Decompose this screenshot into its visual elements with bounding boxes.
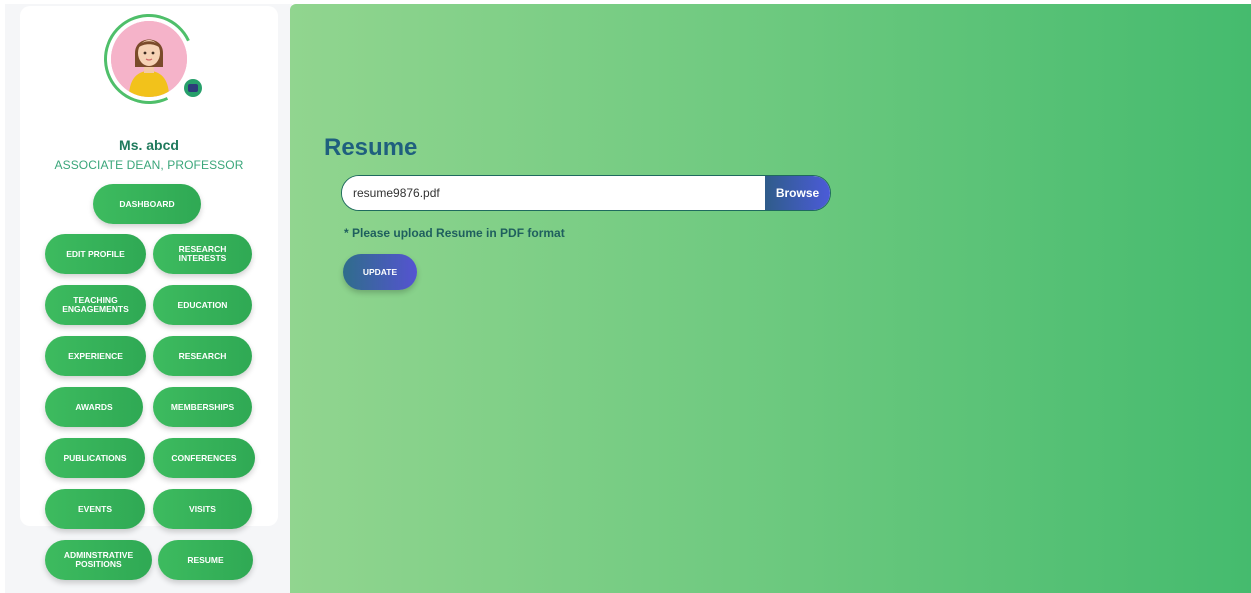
nav-events-button[interactable]: EVENTS <box>45 489 145 529</box>
nav-experience-button[interactable]: EXPERIENCE <box>45 336 146 376</box>
resume-file-picker: Browse <box>341 175 831 211</box>
nav-edit-profile-button[interactable]: EDIT PROFILE <box>45 234 146 274</box>
nav-research-button[interactable]: RESEARCH <box>153 336 252 376</box>
nav-memberships-button[interactable]: MEMBERSHIPS <box>153 387 252 427</box>
page: Ms. abcd ASSOCIATE DEAN, PROFESSOR DASHB… <box>0 0 1251 593</box>
nav-research-interests-button[interactable]: RESEARCH INTERESTS <box>153 234 252 274</box>
change-photo-button[interactable] <box>184 79 202 97</box>
nav-conferences-button[interactable]: CONFERENCES <box>153 438 255 478</box>
page-title: Resume <box>324 134 418 161</box>
update-button[interactable]: UPDATE <box>343 254 417 290</box>
nav-education-button[interactable]: EDUCATION <box>153 285 252 325</box>
resume-file-input[interactable] <box>342 176 765 210</box>
avatar <box>111 21 187 97</box>
nav-administrative-positions-button[interactable]: ADMINSTRATIVE POSITIONS <box>45 540 152 580</box>
user-role: ASSOCIATE DEAN, PROFESSOR <box>54 158 244 172</box>
user-name: Ms. abcd <box>119 137 179 153</box>
nav-resume-button[interactable]: RESUME <box>158 540 253 580</box>
nav-dashboard-button[interactable]: DASHBOARD <box>93 184 201 224</box>
nav-teaching-engagements-button[interactable]: TEACHING ENGAGEMENTS <box>45 285 146 325</box>
nav-visits-button[interactable]: VISITS <box>153 489 252 529</box>
camera-icon <box>188 84 198 92</box>
avatar-illustration-icon <box>111 21 187 97</box>
browse-button[interactable]: Browse <box>765 176 830 210</box>
main-content <box>290 4 1251 593</box>
upload-hint: * Please upload Resume in PDF format <box>344 226 565 240</box>
nav-publications-button[interactable]: PUBLICATIONS <box>45 438 145 478</box>
nav-awards-button[interactable]: AWARDS <box>45 387 143 427</box>
